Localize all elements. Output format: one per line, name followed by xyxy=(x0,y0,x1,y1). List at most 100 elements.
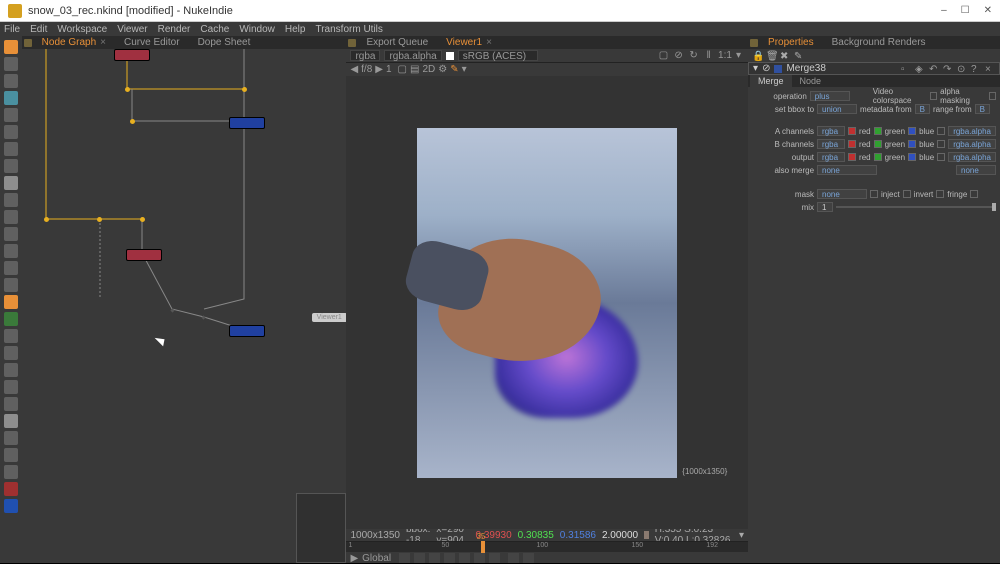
play-first-button[interactable] xyxy=(399,553,410,563)
redo-icon[interactable]: ↷ xyxy=(943,64,953,74)
tool-other6[interactable] xyxy=(4,380,18,394)
close-icon[interactable]: × xyxy=(985,64,995,74)
panel-handle-icon[interactable] xyxy=(750,39,758,47)
node-read[interactable] xyxy=(114,49,150,61)
tool-color[interactable] xyxy=(4,108,18,122)
tool-other11[interactable] xyxy=(4,465,18,479)
wipe-icon[interactable]: ⊘ xyxy=(673,50,684,61)
menu-window[interactable]: Window xyxy=(239,24,275,35)
node-merge-1[interactable] xyxy=(229,117,265,129)
metadata-from-select[interactable]: B xyxy=(915,104,930,114)
timeline-global[interactable]: Global xyxy=(362,553,391,564)
tool-other12[interactable] xyxy=(4,482,18,496)
settings-icon[interactable]: ⚙ xyxy=(438,64,447,75)
tool-particles[interactable] xyxy=(4,210,18,224)
subtab-merge[interactable]: Merge xyxy=(750,75,792,87)
inject-checkbox[interactable] xyxy=(903,190,911,198)
viewer-canvas[interactable]: {1000x1350} xyxy=(346,76,748,529)
tool-other5[interactable] xyxy=(4,363,18,377)
tool-other2[interactable] xyxy=(4,312,18,326)
tool-deep[interactable] xyxy=(4,227,18,241)
out-blue-checkbox[interactable] xyxy=(908,153,916,161)
pencil-icon[interactable]: ✎ xyxy=(794,51,804,61)
tab-viewer1[interactable]: Viewer1× xyxy=(438,37,500,49)
menu-cache[interactable]: Cache xyxy=(200,24,229,35)
tool-time[interactable] xyxy=(4,74,18,88)
a-blue-checkbox[interactable] xyxy=(908,127,916,135)
prev-frame-icon[interactable]: ◀ xyxy=(350,64,358,75)
out-alpha-select[interactable]: rgba.alpha xyxy=(948,152,996,162)
operation-select[interactable]: plus xyxy=(810,91,850,101)
colorspace-select[interactable]: sRGB (ACES) xyxy=(458,50,538,61)
mask-select[interactable]: none xyxy=(817,189,867,199)
undo-icon[interactable]: ↶ xyxy=(929,64,939,74)
tab-dope-sheet[interactable]: Dope Sheet xyxy=(190,37,259,49)
lock-icon[interactable]: 🔒 xyxy=(752,51,762,61)
close-button[interactable]: ✕ xyxy=(984,5,992,16)
tool-other7[interactable] xyxy=(4,397,18,411)
play-prev-button[interactable] xyxy=(414,553,425,563)
mask-ch-checkbox[interactable] xyxy=(870,190,878,198)
refresh-icon[interactable]: ↻ xyxy=(688,50,699,61)
a-alpha-select[interactable]: rgba.alpha xyxy=(948,126,996,136)
trash-icon[interactable]: 🗑 xyxy=(766,51,776,61)
chevron-down-icon[interactable]: ▾ xyxy=(739,530,744,541)
tool-merge[interactable] xyxy=(4,159,18,173)
menu-viewer[interactable]: Viewer xyxy=(117,24,147,35)
chevron-down-icon[interactable]: ▾ xyxy=(733,50,744,61)
tool-other1[interactable] xyxy=(4,295,18,309)
timeline[interactable]: 1 50 100 150 192 35 ▶ Global xyxy=(346,541,748,563)
clear-icon[interactable]: ✖ xyxy=(780,51,790,61)
ratio-label[interactable]: 1:1 xyxy=(718,50,729,61)
tool-other3[interactable] xyxy=(4,329,18,343)
menu-edit[interactable]: Edit xyxy=(30,24,47,35)
node-read-2[interactable] xyxy=(126,249,162,261)
pencil-icon[interactable]: ✎ xyxy=(450,64,458,75)
tool-other4[interactable] xyxy=(4,346,18,360)
also-merge-select[interactable]: none xyxy=(817,165,877,175)
node-color-swatch[interactable] xyxy=(774,65,782,73)
link-icon[interactable]: ⊘ xyxy=(762,63,770,74)
output-select[interactable]: rgba xyxy=(817,152,845,162)
node-graph[interactable]: Viewer1 xyxy=(22,49,347,563)
mix-slider[interactable] xyxy=(836,206,996,208)
tool-other10[interactable] xyxy=(4,448,18,462)
tool-other13[interactable] xyxy=(4,499,18,513)
tab-bg-renders[interactable]: Background Renders xyxy=(824,37,934,49)
alpha-select[interactable]: rgba.alpha xyxy=(384,50,441,61)
timeline-playhead[interactable] xyxy=(481,541,485,553)
also-merge-select-2[interactable]: none xyxy=(956,165,996,175)
fstop-label[interactable]: f/8 xyxy=(361,64,372,75)
viewer-node-label[interactable]: Viewer1 xyxy=(312,313,347,322)
out-green-checkbox[interactable] xyxy=(874,153,882,161)
b-green-checkbox[interactable] xyxy=(874,140,882,148)
play-next-button[interactable] xyxy=(474,553,485,563)
channel-swatch[interactable] xyxy=(446,52,454,60)
stop-button[interactable] xyxy=(444,553,455,563)
timeline-arrows[interactable]: ▶ xyxy=(350,553,358,564)
b-channels-select[interactable]: rgba xyxy=(817,139,845,149)
play-last-button[interactable] xyxy=(489,553,500,563)
tab-export-queue[interactable]: Export Queue xyxy=(358,37,436,49)
bbox-select[interactable]: union xyxy=(817,104,857,114)
play-button[interactable] xyxy=(459,553,470,563)
tab-properties[interactable]: Properties xyxy=(760,37,822,49)
tool-other9[interactable] xyxy=(4,431,18,445)
proxy-icon[interactable]: ▤ xyxy=(410,64,419,75)
loop-button[interactable] xyxy=(508,553,519,563)
tool-transform[interactable] xyxy=(4,176,18,190)
subtab-node[interactable]: Node xyxy=(792,75,830,87)
roi-icon[interactable]: ▢ xyxy=(398,64,407,75)
mix-value[interactable]: 1 xyxy=(817,202,833,212)
out-red-checkbox[interactable] xyxy=(848,153,856,161)
panel-handle-icon[interactable] xyxy=(24,39,32,47)
next-frame-icon[interactable]: ▶ xyxy=(375,64,383,75)
menu-file[interactable]: File xyxy=(4,24,20,35)
tool-3d[interactable] xyxy=(4,193,18,207)
tab-node-graph[interactable]: Node Graph× xyxy=(34,37,114,49)
clip-icon[interactable]: ▢ xyxy=(658,50,669,61)
timeline-ruler[interactable]: 1 50 100 150 192 35 xyxy=(346,542,748,552)
pause-icon[interactable]: ‖ xyxy=(703,50,714,61)
help-icon[interactable]: ? xyxy=(971,64,981,74)
tool-metadata[interactable] xyxy=(4,261,18,275)
